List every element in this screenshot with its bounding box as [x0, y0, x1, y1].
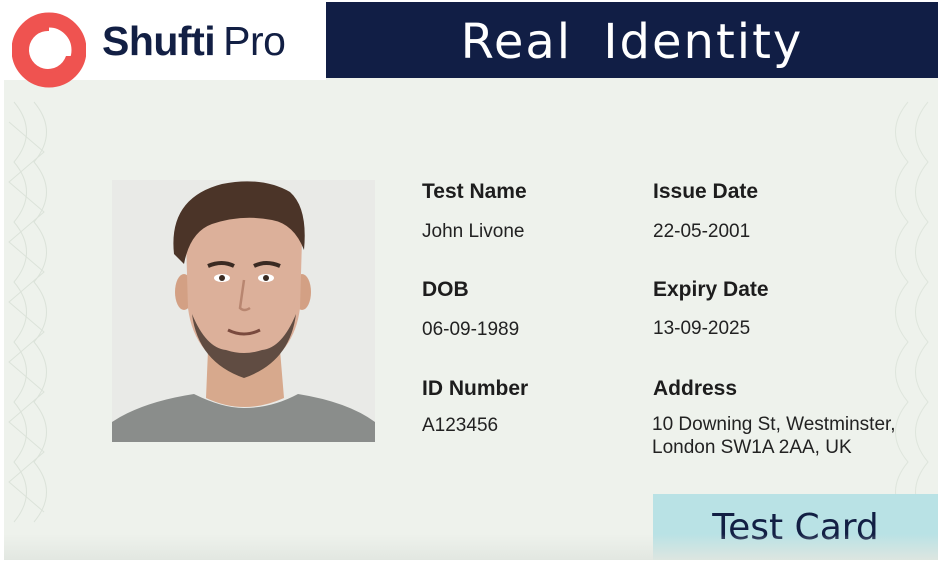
dob-value: 06-09-1989: [422, 319, 520, 340]
name-value: John Livone: [422, 221, 525, 242]
test-card-label: Test Card: [712, 507, 879, 548]
brand-name-bold: Shufti: [102, 18, 216, 64]
expiry-date-label: Expiry Date: [653, 278, 769, 301]
address-line-1: 10 Downing St, Westminster,: [652, 414, 896, 435]
shufti-logo-icon: [12, 12, 86, 88]
issue-date-value: 22-05-2001: [653, 221, 751, 242]
expiry-date-value: 13-09-2025: [653, 318, 751, 339]
address-label: Address: [653, 377, 738, 400]
issue-date-label: Issue Date: [653, 180, 759, 203]
id-card: Shufti Pro Real Identity Test Name John …: [4, 2, 938, 560]
portrait-photo: [112, 180, 375, 442]
dob-label: DOB: [422, 278, 469, 301]
id-number-value: A123456: [422, 415, 499, 436]
name-label: Test Name: [422, 180, 527, 203]
logo-block: Shufti Pro: [4, 2, 326, 88]
title-bar: Real Identity: [326, 2, 938, 78]
card-title: Real Identity: [460, 14, 804, 70]
address-line-2: London SW1A 2AA, UK: [652, 437, 852, 458]
brand-name: Shufti Pro: [102, 18, 286, 65]
brand-name-light: Pro: [223, 18, 286, 64]
id-number-label: ID Number: [422, 377, 529, 400]
security-pattern-left: [8, 101, 47, 523]
security-pattern-right: [895, 101, 929, 523]
test-card-badge: Test Card: [653, 494, 938, 560]
